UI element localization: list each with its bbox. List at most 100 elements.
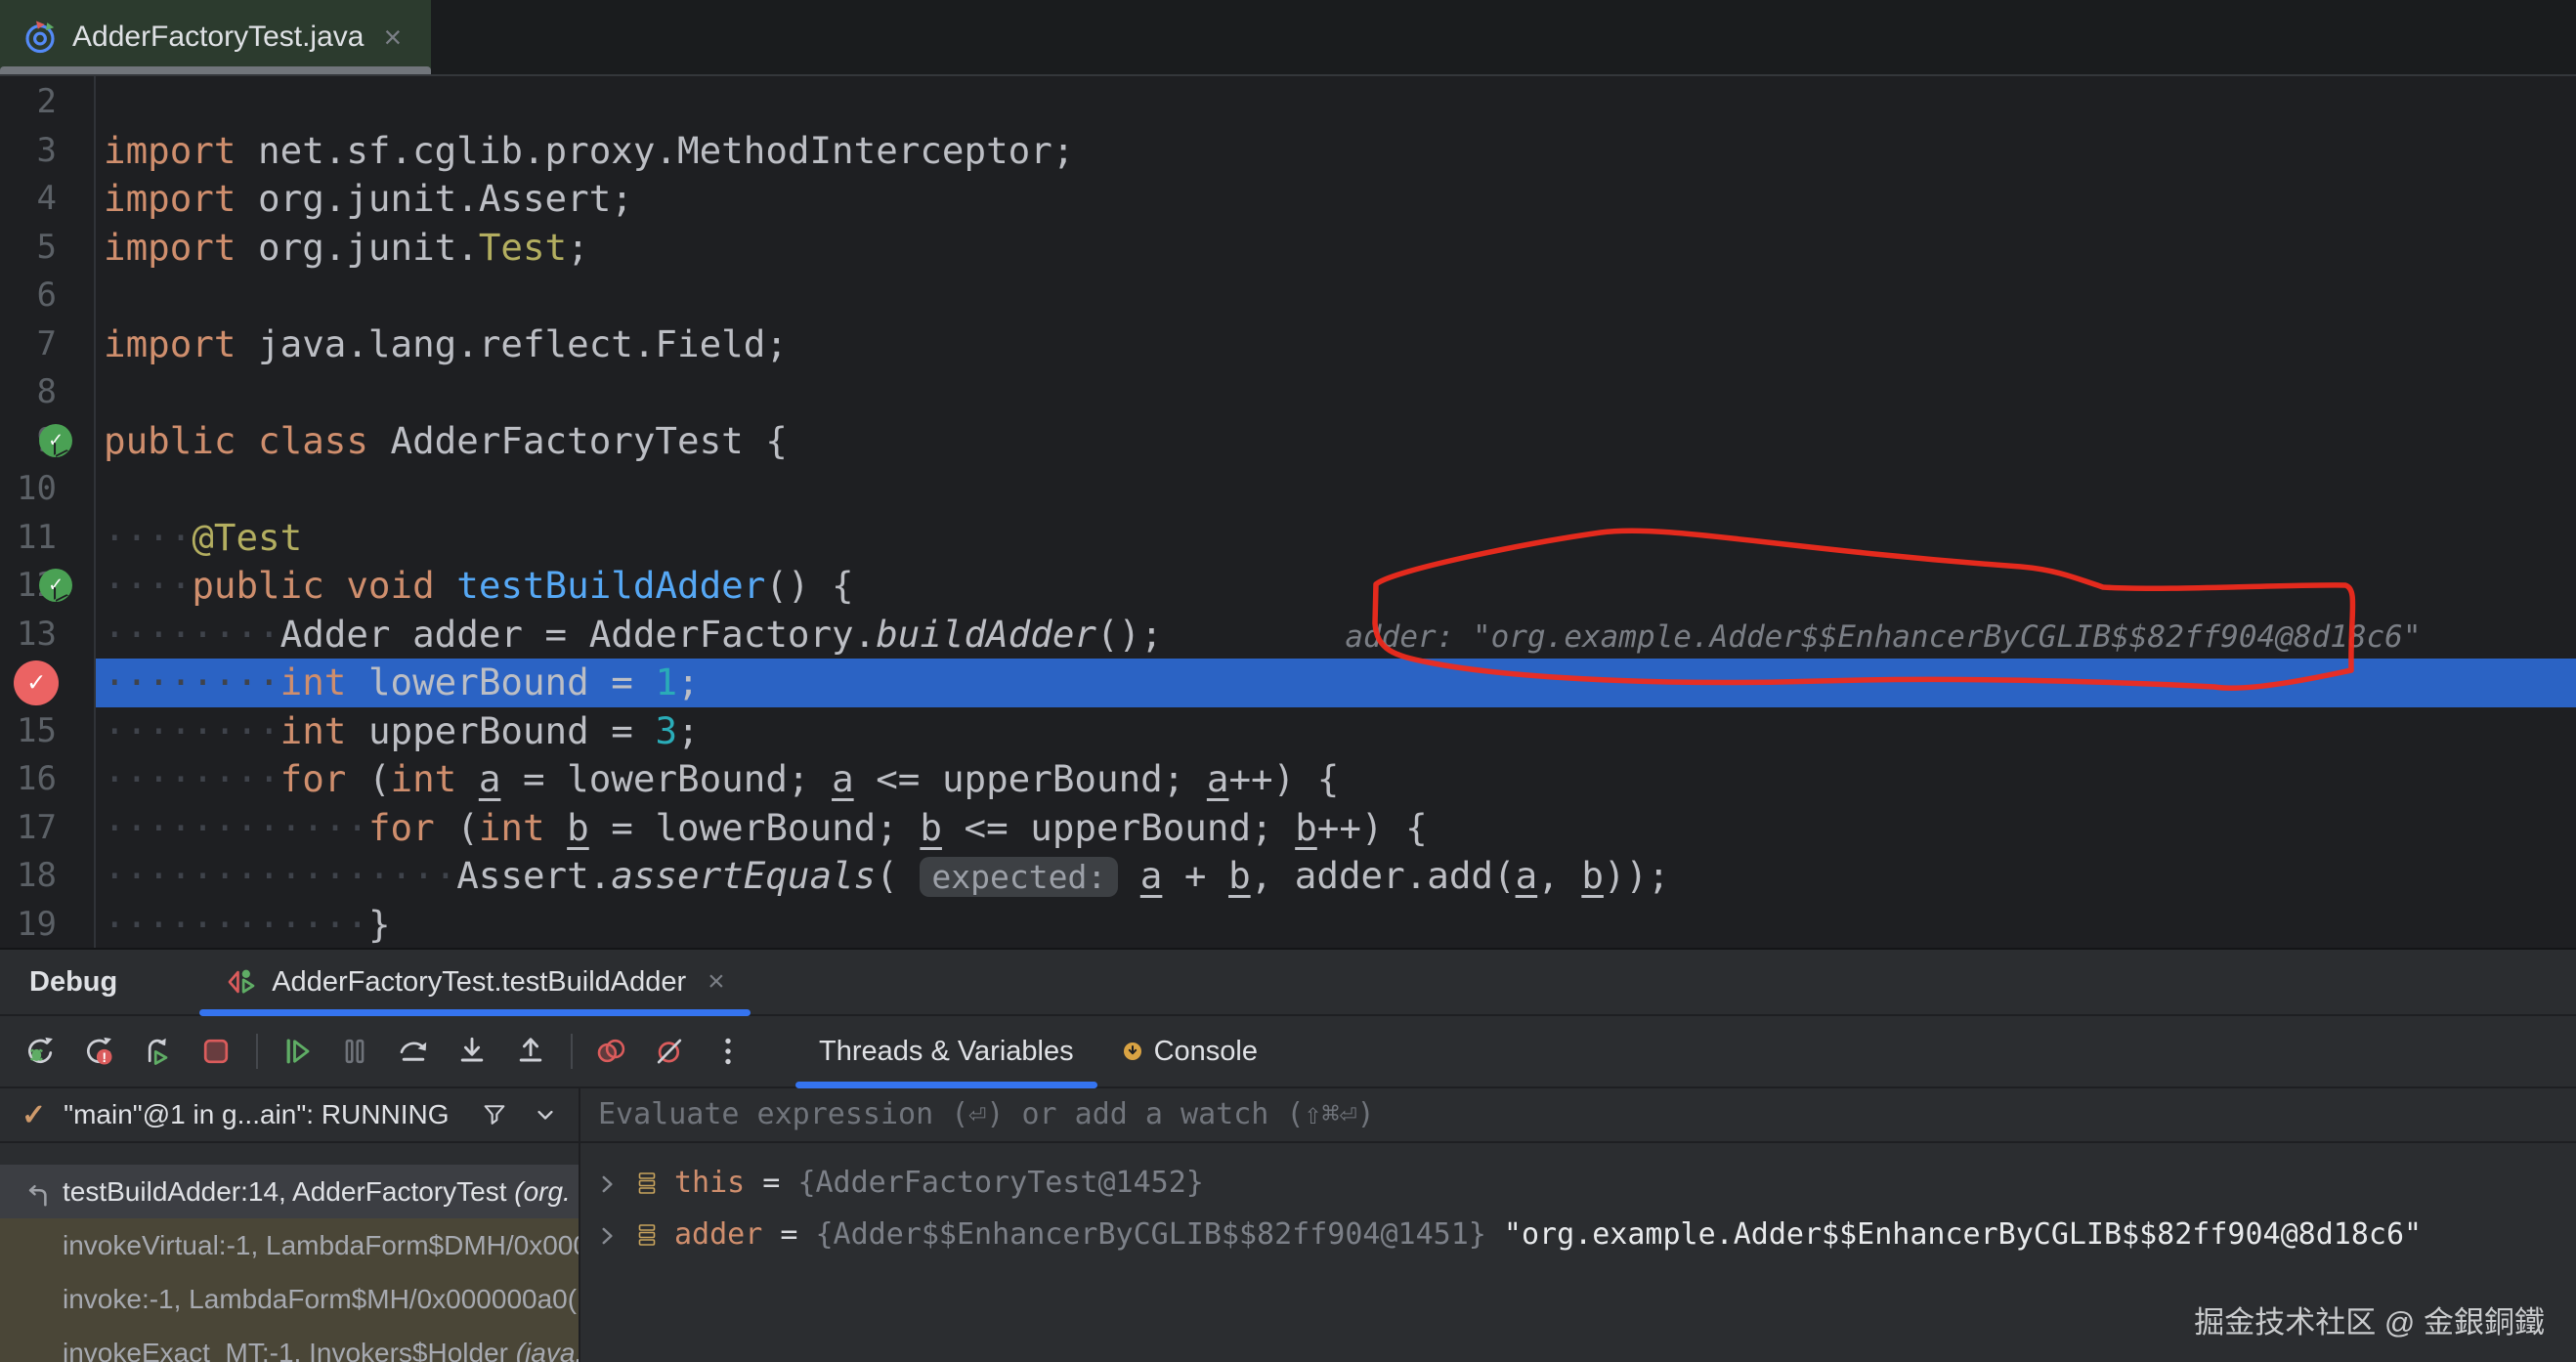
tab-threads-variables[interactable]: Threads & Variables (795, 1016, 1097, 1086)
line-number[interactable]: 15 (17, 711, 57, 750)
code-line[interactable]: 3 import net.sf.cglib.proxy.MethodInterce… (0, 127, 2576, 176)
restart-icon[interactable] (133, 1027, 182, 1076)
mute-breakpoints-icon[interactable] (645, 1027, 694, 1076)
resume-icon[interactable] (272, 1027, 321, 1076)
run-play-icon: ▶ (56, 580, 68, 606)
debugger-toolbar: ! Threads & Variables Console (0, 1016, 2576, 1088)
line-number[interactable]: 7 (37, 324, 57, 363)
code-line[interactable]: 19············} (0, 901, 2576, 950)
editor-tab-title: AdderFactoryTest.java (72, 21, 364, 54)
filter-funnel-icon[interactable] (481, 1101, 508, 1128)
code-line[interactable]: 14✓········int lowerBound = 1; (0, 659, 2576, 707)
code-line[interactable]: 6 (0, 272, 2576, 320)
stack-frame-row[interactable]: invoke:-1, LambdaForm$MH/0x000000a0( (0, 1272, 579, 1326)
tab-close-icon[interactable]: × (383, 20, 402, 56)
code-token: upperBound = (368, 709, 656, 752)
code-editor[interactable]: 2 3 import net.sf.cglib.proxy.MethodInterc… (0, 76, 2576, 948)
editor-tab[interactable]: AdderFactoryTest.java × (0, 0, 431, 74)
code-line[interactable]: 4import org.junit.Assert; (0, 175, 2576, 224)
code-token: @Test (192, 516, 302, 559)
chevron-down-icon[interactable] (532, 1101, 559, 1128)
pause-icon[interactable] (330, 1027, 379, 1076)
code-token: ( (368, 757, 391, 800)
rerun-failed-tests-icon[interactable]: ! (74, 1027, 123, 1076)
line-number[interactable]: 3 (37, 131, 57, 170)
view-breakpoints-icon[interactable] (586, 1027, 635, 1076)
code-line[interactable]: 2 (0, 78, 2576, 127)
code-line[interactable]: 9✓▶public class AdderFactoryTest { (0, 417, 2576, 466)
console-output-icon (1121, 1040, 1144, 1063)
code-line[interactable]: 5import org.junit.Test; (0, 224, 2576, 273)
line-number[interactable]: 2 (37, 82, 57, 121)
rerun-debug-icon[interactable] (16, 1027, 64, 1076)
code-token: a (832, 757, 854, 800)
code-line[interactable]: 8 (0, 368, 2576, 417)
stack-frame-row[interactable]: invokeExact_MT:-1, Invokers$Holder (java… (0, 1326, 579, 1362)
variable-row[interactable]: this = {AdderFactoryTest@1452} (580, 1157, 2576, 1209)
tab-console[interactable]: Console (1097, 1016, 1281, 1086)
code-line[interactable]: 15 ········int upperBound = 3; (0, 707, 2576, 756)
line-number[interactable]: 16 (17, 759, 57, 798)
line-number[interactable]: 18 (17, 856, 57, 895)
debug-session-tab[interactable]: AdderFactoryTest.testBuildAdder × (199, 950, 750, 1014)
line-number[interactable]: 19 (17, 905, 57, 944)
stack-frames-list: testBuildAdder:14, AdderFactoryTest (org… (0, 1143, 579, 1362)
stack-frame-package: (java. (516, 1338, 579, 1362)
gutter: 4 (0, 175, 94, 224)
code-line[interactable]: 7import java.lang.reflect.Field; (0, 320, 2576, 369)
expand-chevron-icon[interactable] (594, 1222, 620, 1248)
line-number[interactable]: 10 (17, 469, 57, 508)
svg-text:!: ! (102, 1050, 107, 1066)
code-line[interactable]: 13········Adder adder = AdderFactory.bui… (0, 611, 2576, 660)
code-text (96, 465, 2576, 514)
code-text: import net.sf.cglib.proxy.MethodIntercep… (96, 127, 2576, 176)
run-test-passed-icon[interactable]: ✓▶ (39, 424, 74, 459)
code-token: a (1207, 757, 1229, 800)
debug-session-tab-label: AdderFactoryTest.testBuildAdder (272, 966, 686, 999)
line-number[interactable]: 11 (17, 518, 57, 557)
ide-window: AdderFactoryTest.java × 2 3 import net.sf.… (0, 0, 2576, 1362)
code-token: , adder.add( (1251, 854, 1516, 897)
code-token: ; (567, 226, 589, 269)
code-token: a (1140, 854, 1163, 897)
evaluate-expression-input[interactable]: Evaluate expression (⏎) or add a watch (… (580, 1088, 2576, 1143)
code-line[interactable]: 10 (0, 465, 2576, 514)
step-out-icon[interactable] (506, 1027, 555, 1076)
stop-icon[interactable] (192, 1027, 240, 1076)
expand-chevron-icon[interactable] (594, 1170, 620, 1196)
stack-frame-row[interactable]: invokeVirtual:-1, LambdaForm$DMH/0x000 (0, 1218, 579, 1272)
line-number[interactable]: 17 (17, 808, 57, 847)
step-into-icon[interactable] (448, 1027, 496, 1076)
stack-frame-label: invokeVirtual:-1, LambdaForm$DMH/0x000 (63, 1230, 579, 1260)
line-number[interactable]: 5 (37, 228, 57, 267)
code-token: a (479, 757, 501, 800)
line-number[interactable]: 13 (17, 615, 57, 654)
code-token: int (479, 806, 567, 849)
step-over-icon[interactable] (389, 1027, 438, 1076)
session-tab-close-icon[interactable]: × (708, 965, 725, 999)
view-tab-label: Threads & Variables (819, 1036, 1074, 1068)
stack-frame-row[interactable]: testBuildAdder:14, AdderFactoryTest (org… (0, 1165, 579, 1218)
line-number[interactable]: 8 (37, 372, 57, 411)
code-line[interactable]: 17············for (int b = lowerBound; b… (0, 804, 2576, 853)
stack-frame-label: invokeExact_MT:-1, Invokers$Holder (63, 1338, 516, 1362)
code-text (96, 78, 2576, 127)
gutter: 17 (0, 804, 94, 853)
code-token: b (920, 806, 942, 849)
thread-selector[interactable]: ✓ "main"@1 in g...ain": RUNNING (0, 1088, 579, 1143)
code-line[interactable]: 18················Assert.assertEquals( e… (0, 852, 2576, 901)
line-number[interactable]: 6 (37, 276, 57, 315)
run-test-passed-icon[interactable]: ✓▶ (39, 569, 74, 604)
more-icon[interactable] (704, 1027, 752, 1076)
code-token: ········ (104, 660, 280, 703)
code-line[interactable]: 11····@Test (0, 514, 2576, 563)
line-number[interactable]: 4 (37, 179, 57, 218)
code-line[interactable]: 12✓▶····public void testBuildAdder() { (0, 562, 2576, 611)
code-line[interactable]: 16········for (int a = lowerBound; a <= … (0, 755, 2576, 804)
variable-row[interactable]: adder = {Adder$$EnhancerByCGLIB$$82ff904… (580, 1209, 2576, 1260)
code-text: ········int upperBound = 3; (96, 707, 2576, 756)
gutter: 19 (0, 901, 94, 950)
breakpoint-verified-icon[interactable]: ✓ (14, 660, 59, 705)
code-token: () { (765, 564, 853, 607)
code-token: ( (876, 854, 920, 897)
